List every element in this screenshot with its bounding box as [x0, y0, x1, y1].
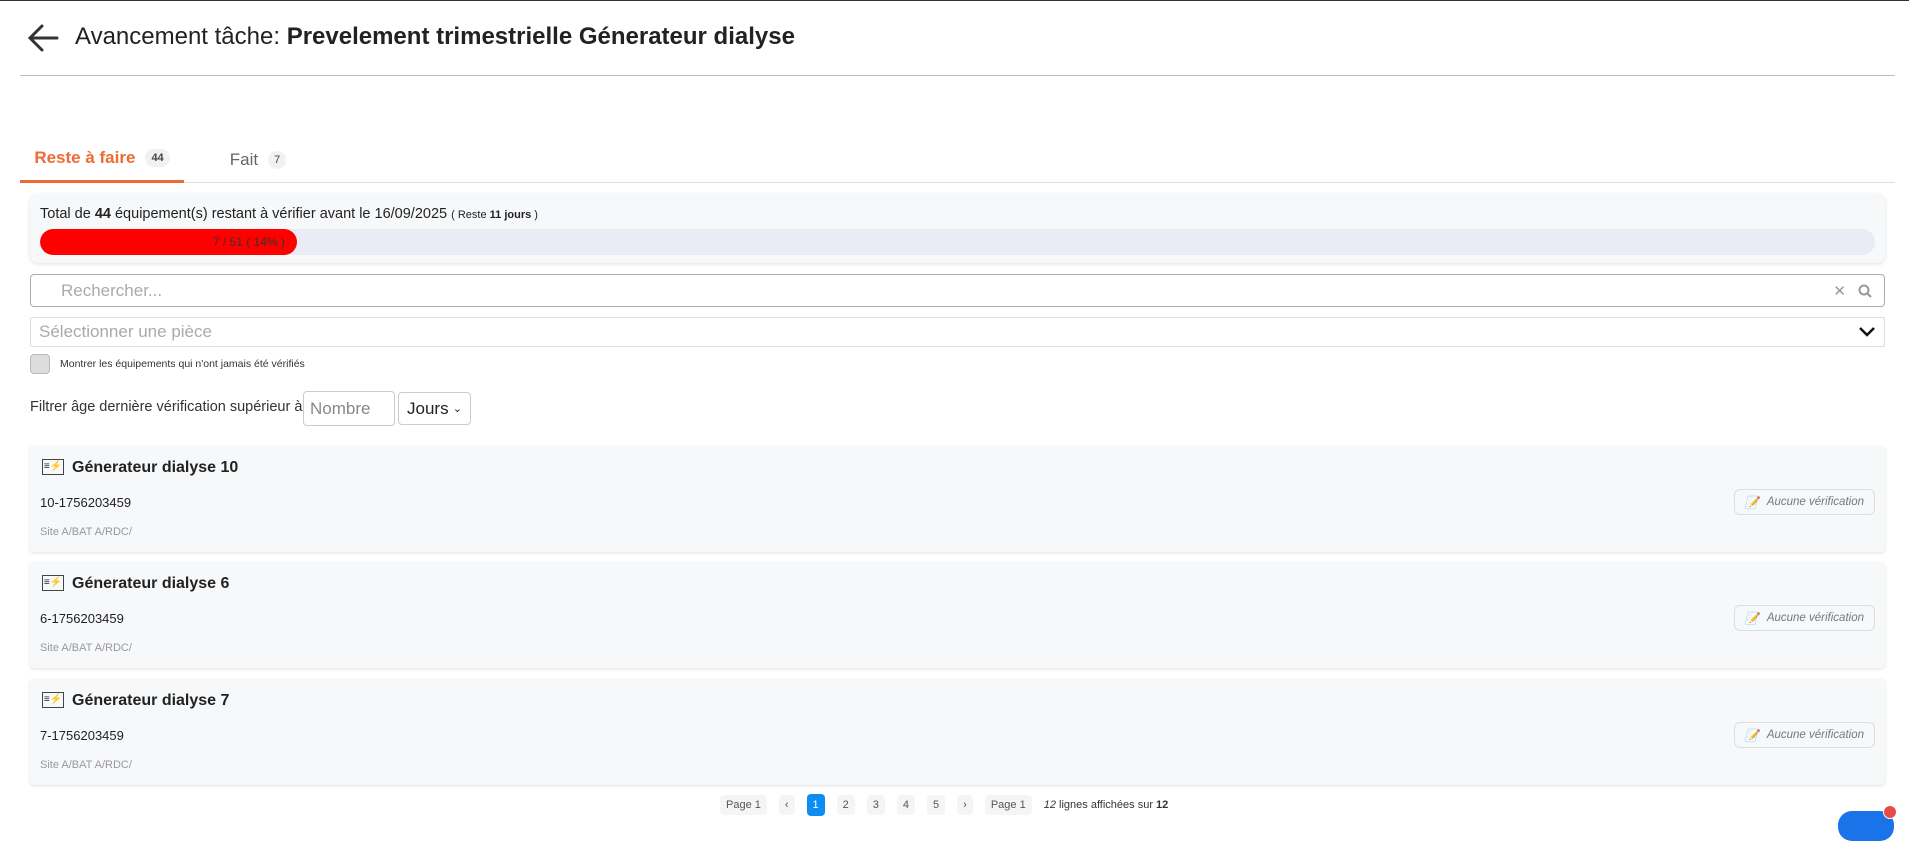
equipment-code: 7-1756203459 [40, 728, 124, 743]
equipment-name: Génerateur dialyse 6 [72, 575, 230, 592]
equipment-code: 10-1756203459 [40, 495, 132, 510]
notepad-icon: 📝 [1744, 730, 1759, 742]
page-indicator: Page 1 [984, 795, 1032, 815]
page-4[interactable]: 4 [896, 795, 916, 815]
search-box: ✕ [30, 274, 1885, 307]
equipment-icon: ≡⚡ [42, 575, 64, 591]
progress-card: Total de 44 équipement(s) restant à véri… [30, 194, 1885, 263]
equipment-card[interactable]: ≡⚡ Génerateur dialyse 10 10-1756203459 S… [30, 446, 1885, 552]
pagination: Page 1 ‹ 1 2 3 4 5 › Page 1 12 lignes af… [720, 794, 1168, 816]
tabs: Reste à faire 44 Fait 7 [20, 136, 1895, 183]
page-indicator: Page 1 [720, 795, 767, 815]
chevron-down-icon: ⌄ [452, 403, 462, 415]
back-arrow-icon[interactable] [26, 21, 60, 55]
tab-fait[interactable]: Fait 7 [218, 136, 298, 183]
progress-summary: Total de 44 équipement(s) restant à véri… [40, 206, 538, 222]
verification-button[interactable]: 📝 Aucune vérification [1733, 489, 1875, 515]
equipment-location: Site A/BAT A/RDC/ [40, 759, 132, 771]
equipment-icon: ≡⚡ [42, 459, 64, 475]
equipment-icon: ≡⚡ [42, 692, 64, 708]
search-input[interactable] [61, 280, 1834, 301]
age-number-input[interactable] [303, 391, 395, 426]
page-3[interactable]: 3 [866, 795, 885, 815]
progress-bar: 7 / 51 ( 14% ) [40, 229, 1875, 255]
verification-button[interactable]: 📝 Aucune vérification [1733, 722, 1875, 748]
room-select[interactable]: Sélectionner une pièce [30, 317, 1885, 347]
equipment-card[interactable]: ≡⚡ Génerateur dialyse 6 6-1756203459 Sit… [30, 562, 1885, 668]
never-verified-checkbox[interactable] [30, 354, 50, 374]
divider [20, 75, 1895, 76]
notepad-icon: 📝 [1744, 613, 1759, 625]
notepad-icon: 📝 [1744, 497, 1759, 509]
clear-icon[interactable]: ✕ [1833, 282, 1846, 300]
count-badge: 7 [268, 150, 287, 169]
next-page-button[interactable]: › [957, 795, 973, 815]
page-5[interactable]: 5 [927, 795, 946, 815]
count-badge: 44 [145, 149, 170, 167]
equipment-name: Génerateur dialyse 7 [72, 692, 230, 709]
filter-label: Filtrer âge dernière vérification supéri… [30, 399, 303, 415]
prev-page-button[interactable]: ‹ [778, 795, 795, 815]
equipment-code: 6-1756203459 [40, 611, 124, 626]
page-2[interactable]: 2 [836, 795, 855, 815]
notification-dot [1883, 805, 1897, 819]
page-1[interactable]: 1 [806, 794, 825, 816]
progress-fill: 7 / 51 ( 14% ) [40, 229, 297, 255]
verification-button[interactable]: 📝 Aucune vérification [1733, 605, 1875, 631]
equipment-name: Génerateur dialyse 10 [72, 459, 239, 476]
equipment-location: Site A/BAT A/RDC/ [40, 642, 132, 654]
page-title: Avancement tâche: Prevelement trimestrie… [75, 23, 795, 50]
equipment-location: Site A/BAT A/RDC/ [40, 526, 132, 538]
equipment-card[interactable]: ≡⚡ Génerateur dialyse 7 7-1756203459 Sit… [30, 679, 1885, 785]
checkbox-label: Montrer les équipements qui n'ont jamais… [60, 358, 305, 370]
tab-reste-a-faire[interactable]: Reste à faire 44 [20, 136, 184, 183]
age-unit-select[interactable]: Jours ⌄ [398, 392, 471, 425]
rows-summary: 12 lignes affichées sur 12 [1043, 799, 1169, 811]
chevron-down-icon [1859, 327, 1875, 337]
search-icon[interactable] [1858, 284, 1872, 298]
